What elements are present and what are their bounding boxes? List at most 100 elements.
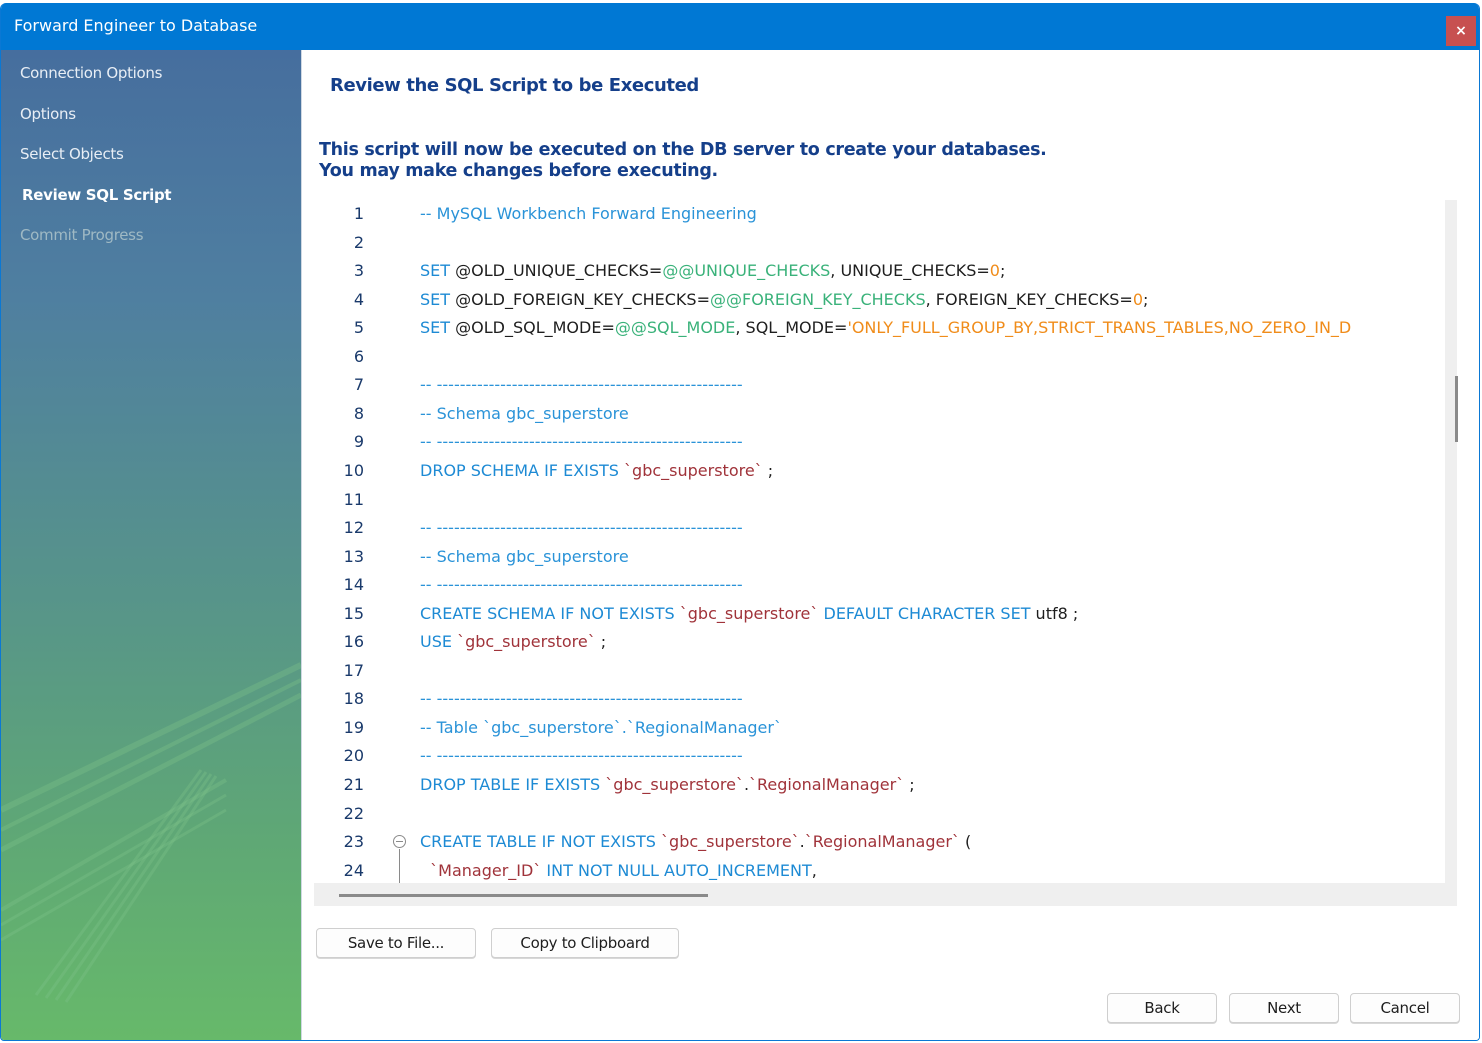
code-token: -- MySQL Workbench Forward Engineering [420,204,757,223]
code-text: USE `gbc_superstore` ; [420,628,606,656]
code-token: -- -------------------------------------… [420,432,743,452]
code-token: @@SQL_MODE [614,318,736,338]
code-token: DROP SCHEMA IF EXISTS [420,460,625,480]
line-number: 10 [343,460,364,480]
code-token: -- -------------------------------------… [420,689,743,709]
description-line-2: You may make changes before executing. [319,161,718,181]
horizontal-scrollbar-thumb[interactable] [339,894,708,897]
window-title: Forward Engineer to Database [14,16,258,35]
code-line[interactable]: 24 `Manager_ID` INT NOT NULL AUTO_INCREM… [314,857,1445,883]
code-token: `gbc_superstore` [457,632,596,652]
code-line[interactable]: 22 [314,800,1445,828]
code-token: SET [420,261,456,281]
line-number: 2 [353,232,364,252]
code-token: , SQL_MODE= [735,318,848,338]
step-connection-options[interactable]: Connection Options [20,64,162,82]
code-text: DROP TABLE IF EXISTS `gbc_superstore`.`R… [420,771,915,799]
code-token: ; [762,460,774,480]
code-line[interactable]: 7 -- ------------------------------------… [314,371,1445,399]
code-token: ( [959,832,972,852]
code-text: -- -------------------------------------… [420,571,743,599]
sql-script-editor[interactable]: 1 -- MySQL Workbench Forward Engineering 2… [314,200,1445,883]
code-token: DEFAULT CHARACTER SET [818,603,1036,623]
code-token: 'ONLY_FULL_GROUP_BY,STRICT_TRANS_TABLES,… [847,318,1352,338]
code-token: utf8 [1035,603,1068,623]
code-text: -- -------------------------------------… [420,742,743,770]
title-bar: Forward Engineer to Database × [1,3,1479,50]
code-token: `gbc_superstore` [679,603,819,623]
code-token: -- -------------------------------------… [420,375,743,395]
code-text: -- -------------------------------------… [420,371,743,399]
code-token: `RegionalManager` [804,832,960,852]
code-line[interactable]: 16 USE `gbc_superstore` ; [314,628,1445,656]
step-select-objects[interactable]: Select Objects [20,145,124,163]
line-number: 1 [353,204,364,223]
code-line[interactable]: 5 SET @OLD_SQL_MODE=@@SQL_MODE, SQL_MODE=… [314,314,1445,342]
code-line[interactable]: 14 -- -----------------------------------… [314,571,1445,599]
code-token: @@FOREIGN_KEY_CHECKS [709,289,926,309]
line-number: 11 [343,489,364,509]
code-token: ; [999,261,1006,281]
code-text: -- Schema gbc_superstore [420,400,629,428]
code-line[interactable]: 11 [314,486,1445,514]
code-token: , FOREIGN_KEY_CHECKS= [925,289,1133,309]
code-token: -- Schema gbc_superstore [420,403,629,423]
line-number: 23 [343,832,364,852]
fold-collapse-icon[interactable] [393,835,406,849]
code-line[interactable]: 12 -- -----------------------------------… [314,514,1445,542]
line-number: 9 [353,432,364,452]
code-line[interactable]: 4 SET @OLD_FOREIGN_KEY_CHECKS=@@FOREIGN_K… [314,286,1445,314]
close-button[interactable]: × [1446,16,1476,46]
code-line[interactable]: 8 -- Schema gbc_superstore [314,400,1445,428]
code-text: CREATE TABLE IF NOT EXISTS `gbc_supersto… [420,828,971,856]
step-review-sql-script[interactable]: Review SQL Script [22,186,172,204]
code-line[interactable]: 2 [314,229,1445,257]
forward-engineer-dialog: Forward Engineer to Database × Connectio… [0,3,1480,1041]
step-options[interactable]: Options [20,105,76,123]
line-number: 13 [343,546,364,566]
line-number: 3 [353,261,364,281]
step-commit-progress: Commit Progress [20,226,144,244]
code-line[interactable]: 10 DROP SCHEMA IF EXISTS `gbc_superstore`… [314,457,1445,485]
code-line[interactable]: 3 SET @OLD_UNIQUE_CHECKS=@@UNIQUE_CHECKS,… [314,257,1445,285]
code-token: `gbc_superstore` [624,460,763,480]
code-line[interactable]: 20 -- -----------------------------------… [314,742,1445,770]
line-number: 16 [343,632,364,652]
code-line[interactable]: 23 CREATE TABLE IF NOT EXISTS `gbc_supers… [314,828,1445,856]
code-token: `gbc_superstore` [661,832,800,852]
code-line[interactable]: 17 [314,657,1445,685]
back-button[interactable]: Back [1107,993,1217,1023]
code-line[interactable]: 9 -- ------------------------------------… [314,428,1445,456]
code-line[interactable]: 6 [314,343,1445,371]
code-token: @OLD_UNIQUE_CHECKS= [455,261,663,281]
code-token: SET [420,318,456,338]
code-token: `gbc_superstore` [605,775,744,794]
code-text: -- -------------------------------------… [420,428,743,456]
code-line[interactable]: 21 DROP TABLE IF EXISTS `gbc_superstore`.… [314,771,1445,799]
code-line[interactable]: 15 CREATE SCHEMA IF NOT EXISTS `gbc_super… [314,600,1445,628]
description: This script will now be executed on the … [319,140,1047,182]
line-number: 24 [343,860,364,880]
code-token: INT NOT NULL AUTO_INCREMENT [541,860,812,880]
code-token: CREATE TABLE IF NOT EXISTS [420,832,662,852]
code-token: 0 [989,261,1000,281]
code-line[interactable]: 18 -- -----------------------------------… [314,685,1445,713]
code-line[interactable]: 13 -- Schema gbc_superstore [314,543,1445,571]
code-line[interactable]: 1 -- MySQL Workbench Forward Engineering [314,200,1445,228]
code-token: USE [420,632,458,652]
copy-to-clipboard-button[interactable]: Copy to Clipboard [491,928,679,958]
save-to-file-button[interactable]: Save to File... [316,928,476,958]
code-token: ; [904,775,915,794]
vertical-scrollbar-thumb[interactable] [1455,376,1458,442]
code-token: `Manager_ID` [430,860,542,880]
code-text: SET @OLD_SQL_MODE=@@SQL_MODE, SQL_MODE='… [420,314,1351,342]
code-token: `RegionalManager` [749,775,905,794]
cancel-button[interactable]: Cancel [1350,993,1460,1023]
code-token: ; [595,632,607,652]
sql-editor-frame: 1 -- MySQL Workbench Forward Engineering 2… [314,200,1458,906]
code-line[interactable]: 19 -- Table `gbc_superstore`.`RegionalMan… [314,714,1445,742]
code-text: DROP SCHEMA IF EXISTS `gbc_superstore` ; [420,457,773,485]
next-button[interactable]: Next [1229,993,1339,1023]
line-number: 14 [343,575,364,595]
close-icon: × [1455,23,1467,39]
